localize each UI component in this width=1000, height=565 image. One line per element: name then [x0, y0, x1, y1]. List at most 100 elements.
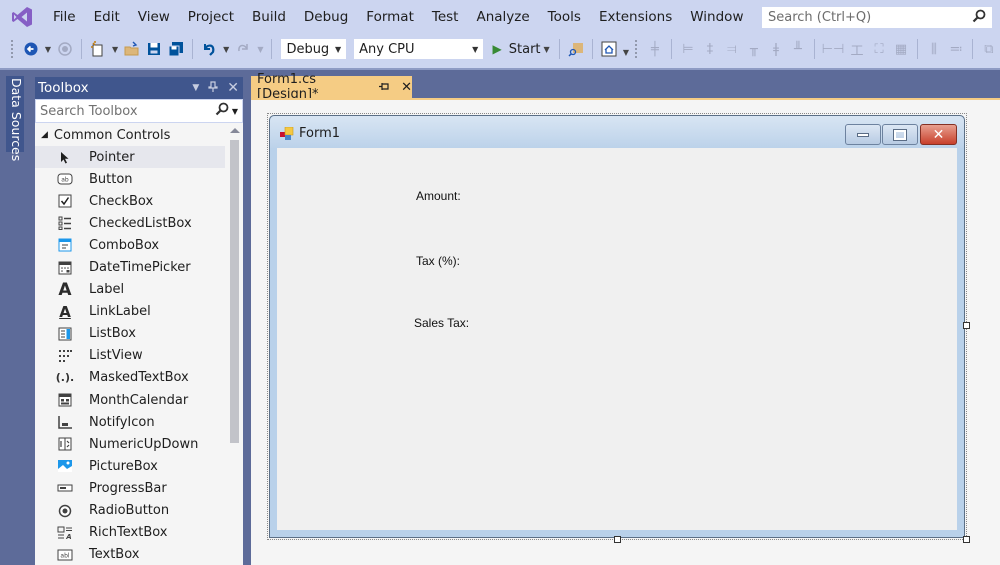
- form-home-icon[interactable]: [600, 38, 618, 60]
- menu-edit[interactable]: Edit: [85, 0, 129, 34]
- amount-label[interactable]: Amount:: [416, 189, 461, 203]
- make-same-width-icon[interactable]: ⊢⊣: [822, 38, 845, 60]
- bring-to-front-icon[interactable]: ⧉: [980, 38, 998, 60]
- redo-dropdown-icon[interactable]: ▼: [257, 45, 263, 54]
- undo-dropdown-icon[interactable]: ▼: [223, 45, 229, 54]
- monthcalendar-icon: [55, 392, 75, 408]
- toolbox-item-linklabel[interactable]: A LinkLabel: [35, 301, 225, 323]
- toolbox-item-checkedlistbox[interactable]: CheckedListBox: [35, 212, 225, 234]
- toolbox-item-button[interactable]: ab Button: [35, 168, 225, 190]
- menu-project[interactable]: Project: [179, 0, 243, 34]
- menu-build[interactable]: Build: [243, 0, 295, 34]
- redo-icon[interactable]: [234, 38, 252, 60]
- sales-tax-label[interactable]: Sales Tax:: [414, 316, 469, 330]
- back-dropdown-icon[interactable]: ▼: [45, 45, 51, 54]
- toolbox-item-notifyicon[interactable]: NotifyIcon: [35, 411, 225, 433]
- close-tab-icon[interactable]: ✕: [401, 80, 412, 95]
- menu-file[interactable]: File: [44, 0, 85, 34]
- navigate-forward-icon[interactable]: [56, 38, 74, 60]
- toolbox-item-pointer[interactable]: Pointer: [35, 146, 225, 169]
- new-project-icon[interactable]: [89, 38, 107, 60]
- toolbox-item-radiobutton[interactable]: RadioButton: [35, 500, 225, 522]
- menu-test[interactable]: Test: [423, 0, 468, 34]
- resize-handle-right[interactable]: [963, 322, 970, 329]
- toolbox-scrollbar[interactable]: [226, 124, 243, 565]
- resize-handle-bottom[interactable]: [614, 536, 621, 543]
- close-button[interactable]: ✕: [920, 124, 957, 145]
- scroll-up-arrow-icon[interactable]: [230, 128, 240, 133]
- solution-configuration-select[interactable]: Debug ▼: [280, 38, 348, 60]
- toolbox-item-combobox[interactable]: ComboBox: [35, 234, 225, 256]
- close-icon[interactable]: ✕: [227, 80, 239, 96]
- close-icon: ✕: [932, 126, 945, 143]
- scrollbar-thumb[interactable]: [230, 140, 239, 443]
- menu-debug[interactable]: Debug: [295, 0, 357, 34]
- menu-window[interactable]: Window: [681, 0, 752, 34]
- toolbar-separator: [558, 39, 560, 59]
- pin-tab-icon[interactable]: [378, 81, 389, 94]
- toolbox-item-datetimepicker[interactable]: DateTimePicker: [35, 256, 225, 278]
- make-same-size-icon[interactable]: ⛶: [870, 38, 888, 60]
- toolbox-item-textbox[interactable]: abl TextBox: [35, 544, 225, 565]
- toolbox-item-numericupdown[interactable]: NumericUpDown: [35, 433, 225, 455]
- toolbox-item-listview[interactable]: ListView: [35, 345, 225, 367]
- menu-format[interactable]: Format: [357, 0, 423, 34]
- size-to-grid-icon[interactable]: ▦: [892, 38, 910, 60]
- align-centers-icon[interactable]: ‡: [701, 38, 719, 60]
- toolbox-item-monthcalendar[interactable]: MonthCalendar: [35, 389, 225, 411]
- toolbox-item-richtextbox[interactable]: A RichTextBox: [35, 522, 225, 544]
- toolbar-separator: [192, 39, 194, 59]
- save-icon[interactable]: [145, 38, 163, 60]
- start-button[interactable]: ▶ Start ▼: [493, 38, 552, 60]
- toolbar-grip[interactable]: [634, 39, 638, 59]
- toolbar-grip[interactable]: [10, 39, 14, 59]
- search-options-dropdown-icon[interactable]: ▼: [232, 107, 238, 116]
- menu-tools[interactable]: Tools: [539, 0, 590, 34]
- menu-analyze[interactable]: Analyze: [467, 0, 538, 34]
- toolbox-search-input[interactable]: [40, 103, 215, 119]
- find-in-files-icon[interactable]: [567, 38, 585, 60]
- align-middles-icon[interactable]: ǂ: [767, 38, 785, 60]
- search-icon[interactable]: [972, 9, 986, 27]
- resize-handle-bottom-right[interactable]: [963, 536, 970, 543]
- tab-form1-design[interactable]: Form1.cs [Design]* ✕: [251, 72, 412, 102]
- undo-icon[interactable]: [200, 38, 218, 60]
- standard-toolbar: ▼ ▼ ▼ ▼ Debug ▼ Any CPU ▼ ▶ Start ▼ ▼ ╪ …: [0, 34, 1000, 64]
- toolbox-item-maskedtextbox[interactable]: (.). MaskedTextBox: [35, 367, 225, 389]
- toolbar-overflow-icon[interactable]: ▼: [623, 48, 629, 57]
- window-position-dropdown-icon[interactable]: ▼: [192, 83, 199, 93]
- toolbox-group-common-controls[interactable]: ◢ Common Controls: [35, 124, 225, 146]
- progressbar-icon: [55, 480, 75, 496]
- navigate-back-icon[interactable]: [22, 38, 40, 60]
- data-sources-tab-label[interactable]: Data Sources: [9, 78, 24, 161]
- toolbox-item-listbox[interactable]: ListBox: [35, 323, 225, 345]
- toolbox-item-picturebox[interactable]: PictureBox: [35, 455, 225, 477]
- new-dropdown-icon[interactable]: ▼: [112, 45, 118, 54]
- toolbox-item-progressbar[interactable]: ProgressBar: [35, 477, 225, 499]
- menu-view[interactable]: View: [129, 0, 179, 34]
- maximize-button[interactable]: [882, 124, 918, 145]
- tax-percent-label[interactable]: Tax (%):: [416, 254, 460, 268]
- menu-extensions[interactable]: Extensions: [590, 0, 681, 34]
- align-bottoms-icon[interactable]: ╨: [789, 38, 807, 60]
- save-all-icon[interactable]: [167, 38, 185, 60]
- minimize-button[interactable]: [845, 124, 881, 145]
- quick-launch-search: [761, 6, 993, 29]
- align-to-grid-icon[interactable]: ╪: [646, 38, 664, 60]
- vertical-spacing-icon[interactable]: ≕: [947, 38, 965, 60]
- toolbox-item-label[interactable]: A Label: [35, 279, 225, 301]
- solution-platform-select[interactable]: Any CPU ▼: [353, 38, 485, 60]
- search-icon[interactable]: [215, 102, 229, 120]
- form-window[interactable]: Form1 ✕ Amount: Tax (%): Sales Tax:: [269, 115, 965, 538]
- make-same-height-icon[interactable]: 工: [848, 38, 866, 60]
- toolbox-item-checkbox[interactable]: CheckBox: [35, 190, 225, 212]
- open-file-icon[interactable]: [123, 38, 141, 60]
- align-tops-icon[interactable]: ╥: [745, 38, 763, 60]
- quick-launch-input[interactable]: [768, 10, 972, 25]
- align-rights-icon[interactable]: ⫤: [723, 38, 741, 60]
- align-lefts-icon[interactable]: ⊨: [679, 38, 697, 60]
- start-dropdown-icon[interactable]: ▼: [544, 45, 550, 54]
- pin-icon[interactable]: [208, 80, 218, 96]
- numericupdown-icon: [55, 436, 75, 452]
- horizontal-spacing-icon[interactable]: ⫼: [925, 38, 943, 60]
